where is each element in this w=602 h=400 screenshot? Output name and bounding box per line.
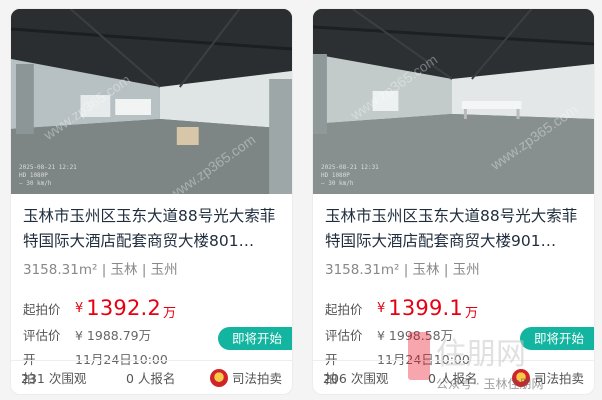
area-value: 3158.31m² (325, 262, 400, 278)
source-tag: 司法拍卖 (511, 368, 584, 387)
listing-title[interactable]: 玉林市玉州区玉东大道88号光大索菲特国际大酒店配套商贸大楼901… (313, 194, 594, 256)
start-price-unit: 万 (464, 305, 478, 321)
currency-symbol: ¥ (377, 300, 386, 316)
district-value: 玉州 (452, 262, 480, 278)
listing-subinfo: 3158.31m² | 玉林 | 玉州 (11, 259, 292, 281)
listing-subinfo: 3158.31m² | 玉林 | 玉州 (313, 259, 594, 281)
start-price-unit: 万 (162, 305, 176, 321)
view-count: 206 次围观 (323, 371, 389, 386)
separator: | (443, 262, 453, 278)
court-emblem-icon (511, 368, 530, 387)
start-price-value: 1392.2 (86, 296, 161, 320)
view-count: 231 次围观 (21, 371, 87, 386)
separator: | (403, 262, 413, 278)
listing-grid: www.zp365.com www.zp365.com 2025-08-21 1… (10, 8, 595, 395)
currency-symbol: ¥ (75, 300, 84, 316)
eval-price-value: ¥ 1998.58万 (377, 328, 454, 343)
listing-card[interactable]: www.zp365.com www.zp365.com 2025-08-21 1… (10, 8, 293, 395)
listing-photo[interactable]: www.zp365.com www.zp365.com 2025-08-21 1… (313, 9, 594, 194)
city-value: 玉林 (110, 262, 138, 278)
listing-footer: 231 次围观 0 人报名 司法拍卖 (11, 360, 292, 394)
photo-timestamp: 2025-08-21 12:31 HD 1080P — 30 km/h (321, 164, 379, 187)
source-tag: 司法拍卖 (209, 368, 282, 387)
status-badge: 即将开始 (519, 327, 594, 350)
separator: | (101, 262, 111, 278)
city-value: 玉林 (412, 262, 440, 278)
court-emblem-icon (209, 368, 228, 387)
bidder-count: 0 人报名 (126, 371, 176, 386)
status-badge: 即将开始 (217, 327, 292, 350)
start-price-value: 1399.1 (388, 296, 463, 320)
start-price-row: 起拍价 ¥ 1392.2 万 (11, 295, 292, 321)
listing-card[interactable]: www.zp365.com www.zp365.com 2025-08-21 1… (312, 8, 595, 395)
eval-price-value: ¥ 1988.79万 (75, 328, 152, 343)
source-label: 司法拍卖 (231, 371, 282, 386)
eval-price-label: 评估价 (325, 328, 363, 343)
listing-title[interactable]: 玉林市玉州区玉东大道88号光大索菲特国际大酒店配套商贸大楼801… (11, 194, 292, 256)
listing-footer: 206 次围观 0 人报名 司法拍卖 (313, 360, 594, 394)
start-price-label: 起拍价 (23, 301, 61, 317)
start-price-row: 起拍价 ¥ 1399.1 万 (313, 295, 594, 321)
photo-timestamp: 2025-08-21 12:21 HD 1080P — 30 km/h (19, 164, 77, 187)
listing-photo[interactable]: www.zp365.com www.zp365.com 2025-08-21 1… (11, 9, 292, 194)
separator: | (141, 262, 151, 278)
start-price-label: 起拍价 (325, 301, 363, 317)
bidder-count: 0 人报名 (428, 371, 478, 386)
eval-price-label: 评估价 (23, 328, 61, 343)
district-value: 玉州 (150, 262, 178, 278)
source-label: 司法拍卖 (533, 371, 584, 386)
area-value: 3158.31m² (23, 262, 98, 278)
